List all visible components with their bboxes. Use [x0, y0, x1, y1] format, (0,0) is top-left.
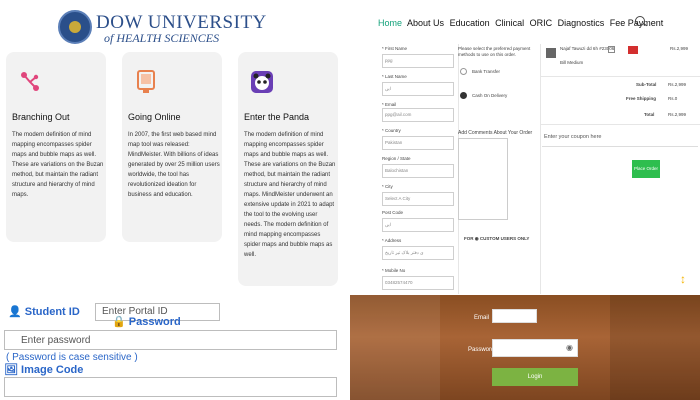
- product-thumbnail: [546, 48, 556, 58]
- payment-section: Please select the preferred payment meth…: [456, 44, 541, 294]
- feature-text: The modern definition of mind mapping en…: [244, 132, 336, 258]
- field-label: * Country: [382, 128, 401, 133]
- university-seal-logo: [58, 10, 92, 44]
- total-label: Total: [644, 112, 655, 117]
- place-order-button[interactable]: Place Order: [632, 160, 660, 178]
- shipping-label: Free Shipping: [626, 96, 657, 101]
- mobile-input[interactable]: 03482574470: [382, 276, 454, 290]
- post-code-input[interactable]: ایں: [382, 218, 454, 232]
- total-value: Rs.2,999: [668, 112, 687, 117]
- main-nav: Home About Us Education Clinical ORIC Di…: [378, 18, 666, 28]
- password-label: 🔒 Password: [112, 316, 181, 328]
- feature-title: Going Online: [128, 112, 181, 122]
- coupon-placeholder: Enter your coupon here: [544, 134, 602, 140]
- field-label: Region / State: [382, 156, 411, 161]
- payment-option-label: Cash On Delivery: [472, 93, 508, 98]
- subtotal-value: Rs.2,999: [668, 82, 687, 87]
- product-price: Rs.2,999: [670, 46, 689, 51]
- eye-icon[interactable]: ◉: [566, 343, 573, 352]
- field-label: * City: [382, 184, 393, 189]
- field-label: * Address: [382, 238, 402, 243]
- last-name-input[interactable]: ایں: [382, 82, 454, 96]
- product-sub: Bill Medium: [560, 60, 584, 65]
- case-sensitive-note: ( Password is case sensitive ): [6, 352, 138, 363]
- search-icon[interactable]: [635, 16, 645, 26]
- nav-education[interactable]: Education: [450, 18, 490, 28]
- divider: [540, 124, 700, 125]
- nav-oric[interactable]: ORIC: [530, 18, 553, 28]
- address-input[interactable]: ی دفتر بلاک تیر تاریخ: [382, 246, 454, 260]
- feature-card-panda: Enter the Panda The modern definition of…: [238, 52, 338, 286]
- image-icon: 🖼: [4, 364, 18, 376]
- cod-radio[interactable]: [460, 92, 467, 99]
- field-label: * First Name: [382, 46, 408, 51]
- order-summary: Najaf Tawuzi dd 6h #23006 Bill Medium Rs…: [540, 44, 700, 294]
- student-portal-panel: 👤 Student ID Enter Portal ID 🔒 Password …: [0, 295, 350, 400]
- login-button[interactable]: Login: [492, 368, 578, 386]
- subtotal-label: Sub-Total: [636, 82, 657, 87]
- password-input[interactable]: Enter password: [4, 330, 337, 350]
- email-input[interactable]: ppg@ail.com: [382, 108, 454, 122]
- features-panel: DOW UNIVERSITY of HEALTH SCIENCES Branch…: [0, 0, 350, 295]
- feature-card-online: Going Online In 2007, the first web base…: [122, 52, 222, 242]
- lock-icon: 🔒: [112, 316, 126, 328]
- login-email-input[interactable]: [492, 309, 537, 323]
- field-label: * Last Name: [382, 74, 407, 79]
- login-password-input[interactable]: ◉: [492, 339, 578, 357]
- background-decor: [610, 295, 700, 400]
- remove-item-button[interactable]: [628, 46, 638, 54]
- nav-about[interactable]: About Us: [407, 18, 444, 28]
- brand-subtitle: of HEALTH SCIENCES: [104, 31, 220, 45]
- feature-card-branching: Branching Out The modern definition of m…: [6, 52, 106, 242]
- field-label: Post Code: [382, 210, 404, 215]
- login-panel: Email Password ◉ Login: [350, 295, 700, 400]
- field-label: * Mobile No: [382, 268, 406, 273]
- field-label: * Email: [382, 102, 397, 107]
- student-id-label: 👤 Student ID: [8, 306, 80, 318]
- feature-text: The modern definition of mind mapping en…: [12, 132, 104, 198]
- city-select[interactable]: Select A City: [382, 192, 454, 206]
- image-code-input[interactable]: [4, 377, 337, 397]
- nav-home[interactable]: Home: [378, 18, 402, 28]
- bank-transfer-radio[interactable]: [460, 68, 467, 75]
- password-label: Password: [468, 347, 495, 353]
- country-input[interactable]: Pakistan: [382, 136, 454, 150]
- first-name-input[interactable]: ppg: [382, 54, 454, 68]
- comments-textarea[interactable]: [458, 138, 508, 220]
- foreign-note: FOR ◉ CUSTOM USERS ONLY: [464, 236, 530, 241]
- comments-label: Add Comments About Your Order: [458, 130, 533, 136]
- background-decor: [350, 295, 440, 400]
- nav-diagnostics[interactable]: Diagnostics: [558, 18, 605, 28]
- monitor-icon: [137, 70, 155, 93]
- feature-title: Branching Out: [12, 112, 70, 122]
- branch-icon: [21, 72, 39, 91]
- scroll-up-icon[interactable]: ↕: [680, 272, 690, 286]
- email-label: Email: [474, 315, 490, 321]
- payment-option-label: Bank Transfer: [472, 69, 501, 74]
- shipping-value: Rs.0: [668, 96, 678, 101]
- region-select[interactable]: Balochistan: [382, 164, 454, 178]
- feature-title: Enter the Panda: [244, 112, 310, 122]
- panda-icon: [251, 71, 273, 93]
- nav-clinical[interactable]: Clinical: [495, 18, 524, 28]
- payment-prompt: Please select the preferred payment meth…: [458, 46, 531, 57]
- image-code-label: 🖼 Image Code: [4, 364, 84, 376]
- feature-text: In 2007, the first web based mind map to…: [128, 132, 220, 198]
- divider: [540, 76, 700, 77]
- coupon-input[interactable]: Enter your coupon here: [542, 130, 698, 147]
- checkout-panel: Home About Us Education Clinical ORIC Di…: [350, 0, 700, 295]
- product-checkbox[interactable]: [608, 46, 615, 53]
- billing-form: * First Name ppg * Last Name ایں * Email…: [378, 44, 459, 294]
- user-icon: 👤: [8, 306, 22, 318]
